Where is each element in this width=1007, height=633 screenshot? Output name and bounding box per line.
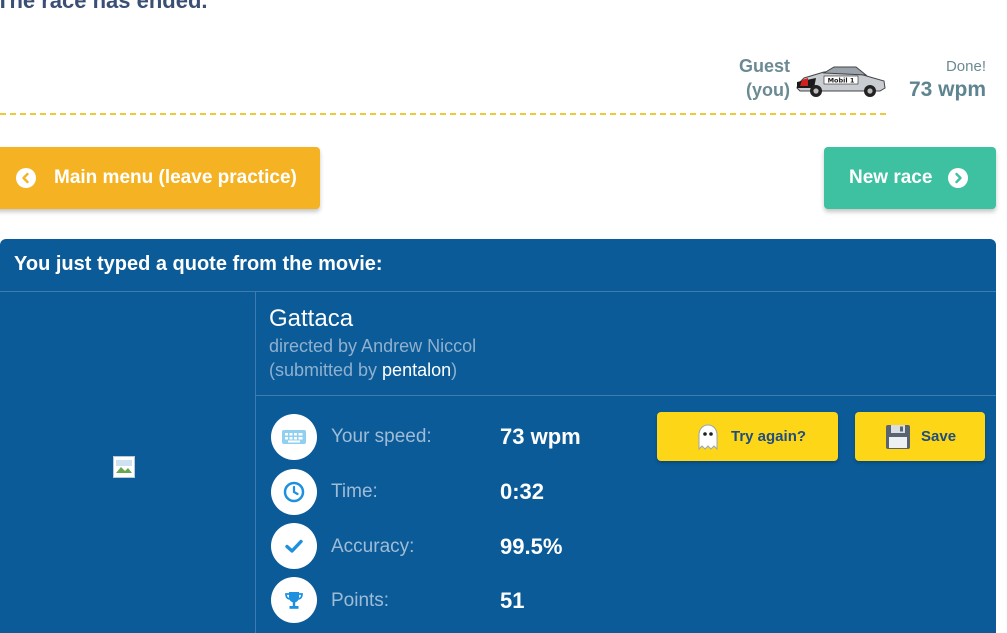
speed-value: 73 wpm [500, 424, 581, 449]
race-status-title: The race has ended. [0, 0, 208, 13]
divider [0, 291, 996, 292]
movie-poster-image [113, 456, 135, 478]
submitter-link[interactable]: pentalon [382, 360, 451, 380]
keyboard-icon [271, 414, 317, 460]
movie-title[interactable]: Gattaca [269, 305, 353, 333]
car-decal-text: Mobil 1 [828, 77, 855, 85]
clock-icon [271, 469, 317, 515]
quote-panel-header: You just typed a quote from the movie: [14, 253, 383, 275]
ghost-icon [695, 423, 721, 451]
racer-name: Guest (you) [712, 54, 790, 102]
main-menu-button[interactable]: Main menu (leave practice) [0, 147, 320, 209]
racer-name-line2: (you) [746, 80, 790, 100]
race-car-icon: Mobil 1 [796, 66, 886, 97]
checkmark-icon [271, 523, 317, 569]
quote-submitter: (submitted by pentalon) [269, 360, 457, 381]
movie-director: directed by Andrew Niccol [269, 336, 477, 356]
race-track-line [0, 113, 886, 115]
try-again-label: Try again? [731, 428, 807, 445]
chevron-left-icon [16, 168, 36, 188]
save-label: Save [921, 428, 957, 445]
quote-panel: You just typed a quote from the movie: G… [0, 239, 996, 633]
main-menu-label: Main menu (leave practice) [54, 167, 297, 188]
points-value: 51 [500, 588, 525, 613]
new-race-label: New race [849, 167, 933, 188]
floppy-disk-icon [885, 424, 911, 450]
save-button[interactable]: Save [855, 412, 985, 461]
time-label: Time: [331, 481, 378, 502]
try-again-button[interactable]: Try again? [657, 412, 838, 461]
done-label: Done! [945, 58, 986, 75]
speed-label: Your speed: [331, 426, 432, 447]
accuracy-value: 99.5% [500, 534, 563, 559]
racer-name-line1: Guest [738, 56, 790, 76]
points-label: Points: [331, 590, 390, 611]
divider [255, 395, 996, 396]
racer-wpm: 73 wpm [908, 78, 986, 101]
accuracy-label: Accuracy: [331, 536, 415, 557]
chevron-right-icon [948, 168, 969, 188]
submitted-by-prefix: (submitted by [269, 360, 383, 380]
submitted-by-suffix: ) [451, 360, 458, 380]
trophy-icon [271, 577, 317, 623]
divider [255, 291, 256, 633]
new-race-button[interactable]: New race [824, 147, 996, 209]
time-value: 0:32 [500, 479, 545, 504]
